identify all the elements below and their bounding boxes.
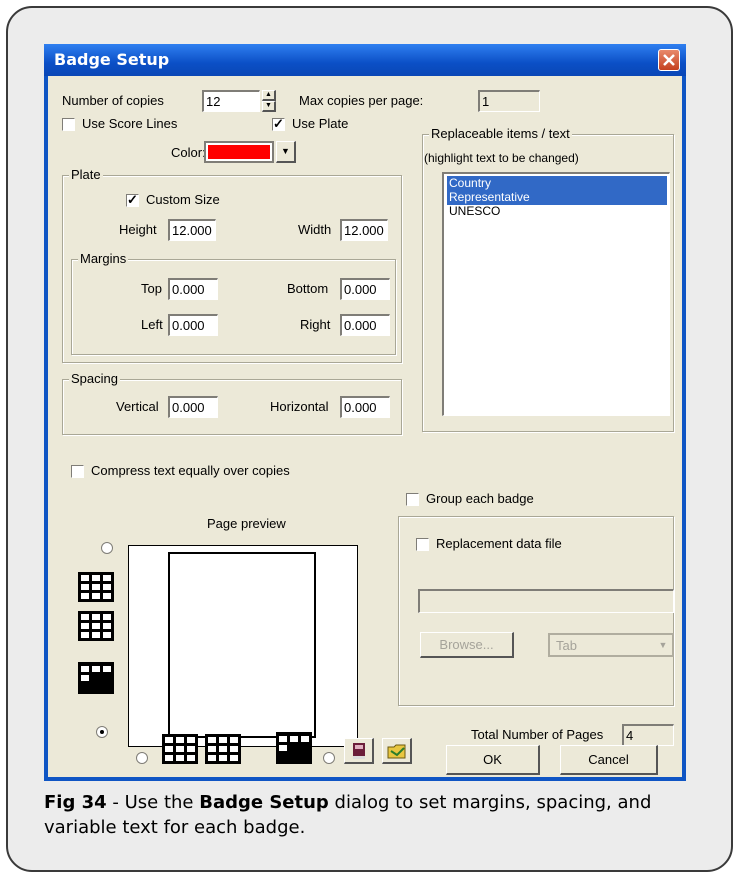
grid-3x3-icon[interactable] (162, 734, 198, 764)
use-score-lines-checkbox[interactable] (62, 118, 75, 131)
title-bar[interactable]: Badge Setup (44, 44, 686, 76)
number-of-copies-label: Number of copies (62, 93, 164, 108)
spacing-group-title: Spacing (69, 371, 120, 386)
print-preview-button[interactable] (344, 738, 374, 764)
use-plate-label: Use Plate (292, 116, 349, 131)
copies-spinner[interactable]: ▲ ▼ (262, 90, 276, 112)
group-each-badge-label: Group each badge (426, 491, 534, 506)
cancel-button[interactable]: Cancel (560, 745, 658, 775)
left-margin-label: Left (141, 317, 163, 332)
horizontal-spacing-label: Horizontal (270, 399, 329, 414)
spin-down-icon: ▼ (265, 102, 272, 109)
chevron-down-icon: ▼ (658, 640, 668, 650)
color-dropdown-button[interactable]: ▼ (276, 141, 296, 163)
delimiter-value: Tab (556, 638, 577, 653)
book-icon (353, 743, 365, 759)
max-copies-label: Max copies per page: (299, 93, 424, 108)
width-input[interactable]: 12.000 (340, 219, 388, 241)
list-item[interactable]: UNESCO (447, 204, 667, 219)
replacement-data-file-input[interactable] (418, 589, 674, 613)
dialog-body: Number of copies 12 ▲ ▼ Max copies per p… (48, 76, 682, 777)
delimiter-select[interactable]: Tab ▼ (548, 633, 674, 657)
replaceable-hint: (highlight text to be changed) (424, 151, 579, 165)
right-margin-input[interactable]: 0.000 (340, 314, 390, 336)
compress-text-label: Compress text equally over copies (91, 463, 290, 478)
save-settings-button[interactable] (382, 738, 412, 764)
compress-text-checkbox[interactable] (71, 465, 84, 478)
total-pages-field: 4 (622, 724, 674, 746)
ok-button[interactable]: OK (446, 745, 540, 775)
layout-radio-2[interactable] (136, 752, 148, 764)
custom-size-checkbox[interactable]: ✓ (126, 192, 139, 207)
chevron-down-icon: ▼ (281, 146, 290, 156)
dialog-title: Badge Setup (54, 50, 170, 69)
spin-down-button[interactable]: ▼ (262, 101, 276, 112)
plate-group-title: Plate (69, 167, 103, 182)
grid-partial-icon[interactable] (78, 662, 114, 694)
height-input[interactable]: 12.000 (168, 219, 216, 241)
top-margin-input[interactable]: 0.000 (168, 278, 218, 300)
grid-partial-icon[interactable] (276, 732, 312, 764)
replaceable-items-list[interactable]: Country Representative UNESCO (442, 172, 670, 416)
replacement-data-file-label: Replacement data file (436, 536, 562, 551)
badge-preview-rect (168, 552, 316, 738)
margins-group-title: Margins (78, 251, 129, 266)
total-pages-label: Total Number of Pages (471, 727, 604, 742)
layout-radio-selected[interactable] (96, 726, 108, 738)
height-label: Height (119, 222, 157, 237)
caption-bold: Badge Setup (199, 792, 329, 813)
group-each-badge-checkbox[interactable] (406, 493, 419, 506)
checkmark-icon: ✓ (127, 192, 138, 207)
spin-up-button[interactable]: ▲ (262, 90, 276, 101)
layout-radio-3[interactable] (323, 752, 335, 764)
replacement-data-file-checkbox[interactable] (416, 538, 429, 551)
custom-size-label: Custom Size (146, 192, 220, 207)
left-margin-input[interactable]: 0.000 (168, 314, 218, 336)
grid-3x3-icon[interactable] (78, 611, 114, 641)
layout-radio-1[interactable] (101, 542, 113, 554)
checkmark-icon: ✓ (273, 116, 284, 131)
page-preview-label: Page preview (207, 516, 286, 531)
caption-fig-number: Fig 34 (44, 792, 107, 813)
grid-3x3-icon[interactable] (78, 572, 114, 602)
close-icon (663, 54, 675, 66)
vertical-spacing-label: Vertical (116, 399, 159, 414)
use-score-lines-label: Use Score Lines (82, 116, 178, 131)
grid-3x3-icon[interactable] (205, 734, 241, 764)
list-item[interactable]: Country (447, 176, 667, 191)
folder-icon (387, 744, 406, 759)
close-button[interactable] (658, 49, 680, 71)
number-of-copies-input[interactable]: 12 (202, 90, 260, 112)
badge-setup-dialog: Badge Setup Number of copies 12 ▲ ▼ Max … (44, 44, 686, 781)
list-item[interactable]: Representative (447, 190, 667, 205)
color-select[interactable] (204, 141, 274, 163)
vertical-spacing-input[interactable]: 0.000 (168, 396, 218, 418)
color-swatch (208, 145, 270, 159)
replaceable-items-title: Replaceable items / text (429, 126, 572, 141)
max-copies-field: 1 (478, 90, 540, 112)
right-margin-label: Right (300, 317, 331, 332)
top-margin-label: Top (141, 281, 162, 296)
bottom-margin-input[interactable]: 0.000 (340, 278, 390, 300)
horizontal-spacing-input[interactable]: 0.000 (340, 396, 390, 418)
spin-up-icon: ▲ (265, 91, 272, 98)
width-label: Width (298, 222, 332, 237)
use-plate-checkbox[interactable]: ✓ (272, 116, 285, 131)
caption-text-before: - Use the (106, 792, 200, 813)
figure-caption: Fig 34 - Use the Badge Setup dialog to s… (44, 790, 704, 840)
browse-button[interactable]: Browse... (420, 632, 514, 658)
bottom-margin-label: Bottom (287, 281, 329, 296)
margins-group: Margins (71, 251, 396, 355)
color-label: Color: (171, 145, 206, 160)
page-preview (128, 545, 358, 747)
